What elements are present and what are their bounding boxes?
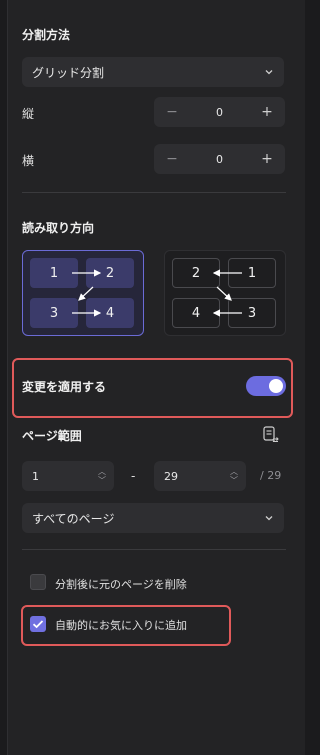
divider <box>22 192 286 193</box>
reading-order-arrows-icon <box>212 269 242 317</box>
split-method-title: 分割方法 <box>22 28 71 42</box>
reading-order-arrows-icon <box>72 269 102 317</box>
page-scope-value: すべてのページ <box>32 511 115 526</box>
reading-order-title: 読み取り方向 <box>22 221 95 235</box>
page-scope-dropdown[interactable]: すべてのページ <box>22 503 284 533</box>
horizontal-label: 横 <box>22 154 35 168</box>
toggle-knob <box>269 379 283 393</box>
spin-arrows-icon[interactable]: ︿ ﹀ <box>98 467 106 485</box>
spin-arrows-icon[interactable]: ︿ ﹀ <box>230 467 238 485</box>
split-method-dropdown[interactable]: グリッド分割 <box>22 57 284 87</box>
vertical-decrement-button[interactable]: − <box>164 104 180 120</box>
vertical-label: 縦 <box>22 107 35 121</box>
checkmark-icon <box>32 620 44 629</box>
apply-changes-label: 変更を適用する <box>22 380 107 394</box>
add-favorites-checkbox[interactable] <box>30 616 46 632</box>
horizontal-increment-button[interactable]: + <box>259 151 275 167</box>
delete-original-label: 分割後に元のページを削除 <box>55 578 187 591</box>
page-range-title: ページ範囲 <box>22 429 82 443</box>
range-separator: - <box>131 469 136 483</box>
page-range-settings-icon[interactable] <box>262 425 280 443</box>
delete-original-checkbox[interactable] <box>30 574 46 590</box>
divider <box>22 549 286 550</box>
page-total: / 29 <box>260 469 282 482</box>
apply-changes-toggle[interactable] <box>246 376 286 396</box>
chevron-down-icon <box>264 513 274 523</box>
page-range-from-input[interactable]: 1 ︿ ﹀ <box>22 461 114 491</box>
page-range-to-input[interactable]: 29 ︿ ﹀ <box>154 461 246 491</box>
add-favorites-label: 自動的にお気に入りに追加 <box>55 619 187 632</box>
page-range-from-value: 1 <box>32 469 39 483</box>
reading-order-right-to-left[interactable]: 2 1 4 3 <box>164 250 286 336</box>
horizontal-stepper: − 0 + <box>154 144 285 174</box>
horizontal-decrement-button[interactable]: − <box>164 151 180 167</box>
vertical-increment-button[interactable]: + <box>259 104 275 120</box>
split-settings-panel: 分割方法 グリッド分割 縦 − 0 + 横 − 0 + 読み取り方向 1 2 3… <box>7 0 305 755</box>
split-method-value: グリッド分割 <box>32 65 105 80</box>
reading-order-left-to-right[interactable]: 1 2 3 4 <box>22 250 144 336</box>
page-range-to-value: 29 <box>164 469 178 483</box>
vertical-stepper: − 0 + <box>154 97 285 127</box>
chevron-down-icon <box>264 67 274 77</box>
vertical-value[interactable]: 0 <box>216 106 223 119</box>
horizontal-value[interactable]: 0 <box>216 153 223 166</box>
